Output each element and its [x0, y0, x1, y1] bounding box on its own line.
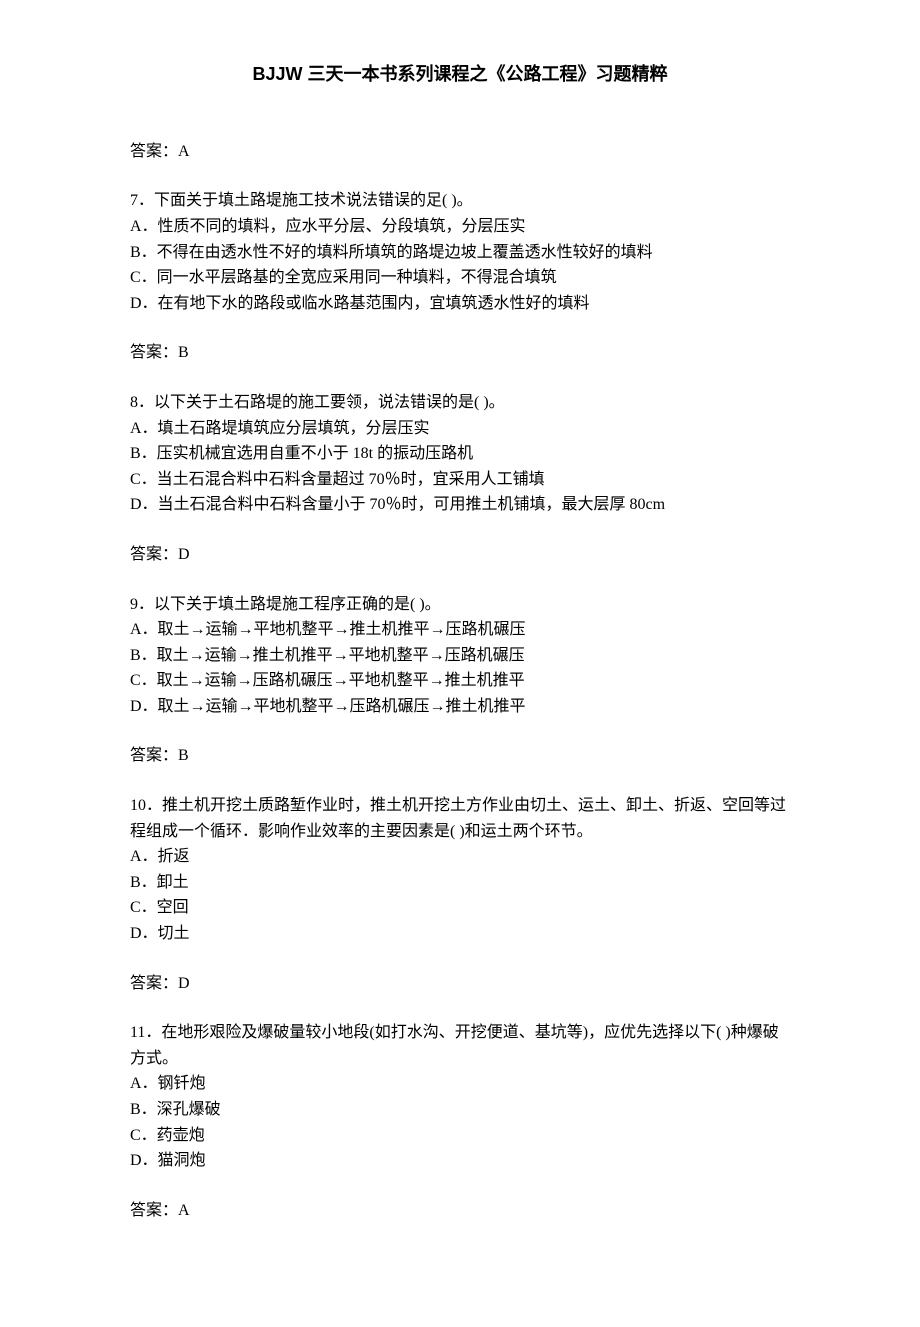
text-line: B．卸土 — [130, 870, 790, 896]
text-line: 答案：A — [130, 139, 790, 165]
text-line: C．取土→运输→压路机碾压→平地机整平→推土机推平 — [130, 668, 790, 694]
text-line: 10．推土机开挖土质路堑作业时，推土机开挖土方作业由切土、运土、卸土、折返、空回… — [130, 793, 790, 844]
content-body: 答案：A 7．下面关于填土路堤施工技术说法错误的足( )。A．性质不同的填料，应水… — [130, 139, 790, 1224]
text-block: 答案：D — [130, 971, 790, 997]
text-line: C．药壶炮 — [130, 1123, 790, 1149]
text-line: B．深孔爆破 — [130, 1097, 790, 1123]
page-container: BJJW 三天一本书系列课程之《公路工程》习题精粹 答案：A 7．下面关于填土路堤… — [0, 0, 920, 1327]
text-block: 9．以下关于填土路堤施工程序正确的是( )。A．取土→运输→平地机整平→推土机推… — [130, 592, 790, 720]
text-line: D．猫洞炮 — [130, 1148, 790, 1174]
text-line: 11．在地形艰险及爆破量较小地段(如打水沟、开挖便道、基坑等)，应优先选择以下(… — [130, 1020, 790, 1071]
text-line: B．压实机械宜选用自重不小于 18t 的振动压路机 — [130, 441, 790, 467]
text-line: D．在有地下水的路段或临水路基范围内，宜填筑透水性好的填料 — [130, 291, 790, 317]
text-line: A．填土石路堤填筑应分层填筑，分层压实 — [130, 416, 790, 442]
text-line: 答案：A — [130, 1198, 790, 1224]
text-line: A．折返 — [130, 844, 790, 870]
text-line: B．不得在由透水性不好的填料所填筑的路堤边坡上覆盖透水性较好的填料 — [130, 240, 790, 266]
text-block: 答案：A — [130, 1198, 790, 1224]
text-line: A．性质不同的填料，应水平分层、分段填筑，分层压实 — [130, 214, 790, 240]
text-block: 答案：D — [130, 542, 790, 568]
text-block: 8．以下关于土石路堤的施工要领，说法错误的是( )。A．填土石路堤填筑应分层填筑… — [130, 390, 790, 518]
text-block: 7．下面关于填土路堤施工技术说法错误的足( )。A．性质不同的填料，应水平分层、… — [130, 188, 790, 316]
text-line: 答案：B — [130, 743, 790, 769]
text-line: A．钢钎炮 — [130, 1071, 790, 1097]
text-line: 9．以下关于填土路堤施工程序正确的是( )。 — [130, 592, 790, 618]
text-line: 答案：D — [130, 542, 790, 568]
text-block: 10．推土机开挖土质路堑作业时，推土机开挖土方作业由切土、运土、卸土、折返、空回… — [130, 793, 790, 947]
text-line: 答案：B — [130, 340, 790, 366]
text-line: D．当土石混合料中石料含量小于 70％时，可用推土机铺填，最大层厚 80cm — [130, 492, 790, 518]
text-line: D．切土 — [130, 921, 790, 947]
text-block: 答案：A — [130, 139, 790, 165]
text-line: 7．下面关于填土路堤施工技术说法错误的足( )。 — [130, 188, 790, 214]
text-block: 11．在地形艰险及爆破量较小地段(如打水沟、开挖便道、基坑等)，应优先选择以下(… — [130, 1020, 790, 1174]
text-line: B．取土→运输→推土机推平→平地机整平→压路机碾压 — [130, 643, 790, 669]
text-line: 答案：D — [130, 971, 790, 997]
text-line: C．空回 — [130, 895, 790, 921]
page-title: BJJW 三天一本书系列课程之《公路工程》习题精粹 — [130, 60, 790, 89]
text-line: C．同一水平层路基的全宽应采用同一种填料，不得混合填筑 — [130, 265, 790, 291]
text-block: 答案：B — [130, 743, 790, 769]
text-line: A．取土→运输→平地机整平→推土机推平→压路机碾压 — [130, 617, 790, 643]
text-line: D．取土→运输→平地机整平→压路机碾压→推土机推平 — [130, 694, 790, 720]
text-line: 8．以下关于土石路堤的施工要领，说法错误的是( )。 — [130, 390, 790, 416]
text-block: 答案：B — [130, 340, 790, 366]
text-line: C．当土石混合料中石料含量超过 70％时，宜采用人工铺填 — [130, 467, 790, 493]
